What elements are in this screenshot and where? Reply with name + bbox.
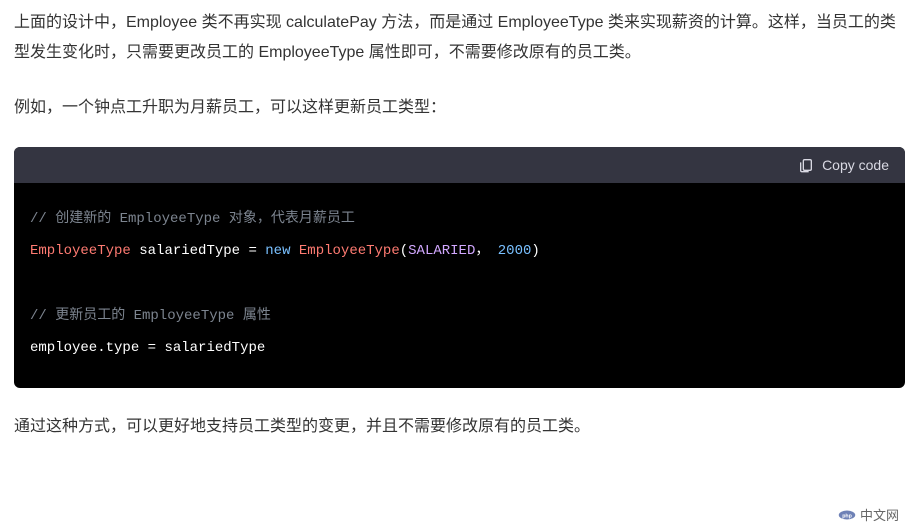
code-keyword-new: new <box>265 243 290 259</box>
code-comment-1: // 创建新的 EmployeeType 对象，代表月薪员工 <box>30 211 355 227</box>
clipboard-icon <box>798 157 814 173</box>
outro-paragraph: 通过这种方式，可以更好地支持员工类型的变更，并且不需要修改原有的员工类。 <box>14 412 905 442</box>
code-type: EmployeeType <box>30 243 131 259</box>
svg-text:php: php <box>842 513 852 519</box>
code-value: salariedType <box>164 340 265 356</box>
watermark-text: 中文网 <box>860 505 899 524</box>
code-paren-open: ( <box>400 243 408 259</box>
code-object: employee <box>30 340 97 356</box>
code-block: Copy code // 创建新的 EmployeeType 对象，代表月薪员工… <box>14 147 905 388</box>
code-content: // 创建新的 EmployeeType 对象，代表月薪员工 EmployeeT… <box>14 183 905 388</box>
copy-code-label: Copy code <box>822 157 889 173</box>
watermark: php 中文网 <box>832 503 905 526</box>
code-property: type <box>106 340 140 356</box>
intro-paragraph-1: 上面的设计中，Employee 类不再实现 calculatePay 方法，而是… <box>14 8 905 69</box>
code-variable: salariedType <box>139 243 240 259</box>
code-comment-2: // 更新员工的 EmployeeType 属性 <box>30 308 271 324</box>
copy-code-button[interactable]: Copy code <box>798 157 889 173</box>
code-paren-close: ) <box>531 243 539 259</box>
code-constructor: EmployeeType <box>299 243 400 259</box>
intro-paragraph-2: 例如，一个钟点工升职为月薪员工，可以这样更新员工类型： <box>14 93 905 123</box>
code-number: 2000 <box>498 243 532 259</box>
php-logo-icon: php <box>838 506 856 524</box>
code-comma: ， <box>475 243 489 259</box>
code-constant: SALARIED <box>408 243 475 259</box>
code-header: Copy code <box>14 147 905 183</box>
code-operator-2: = <box>148 340 156 356</box>
code-operator: = <box>248 243 256 259</box>
code-dot: . <box>97 340 105 356</box>
